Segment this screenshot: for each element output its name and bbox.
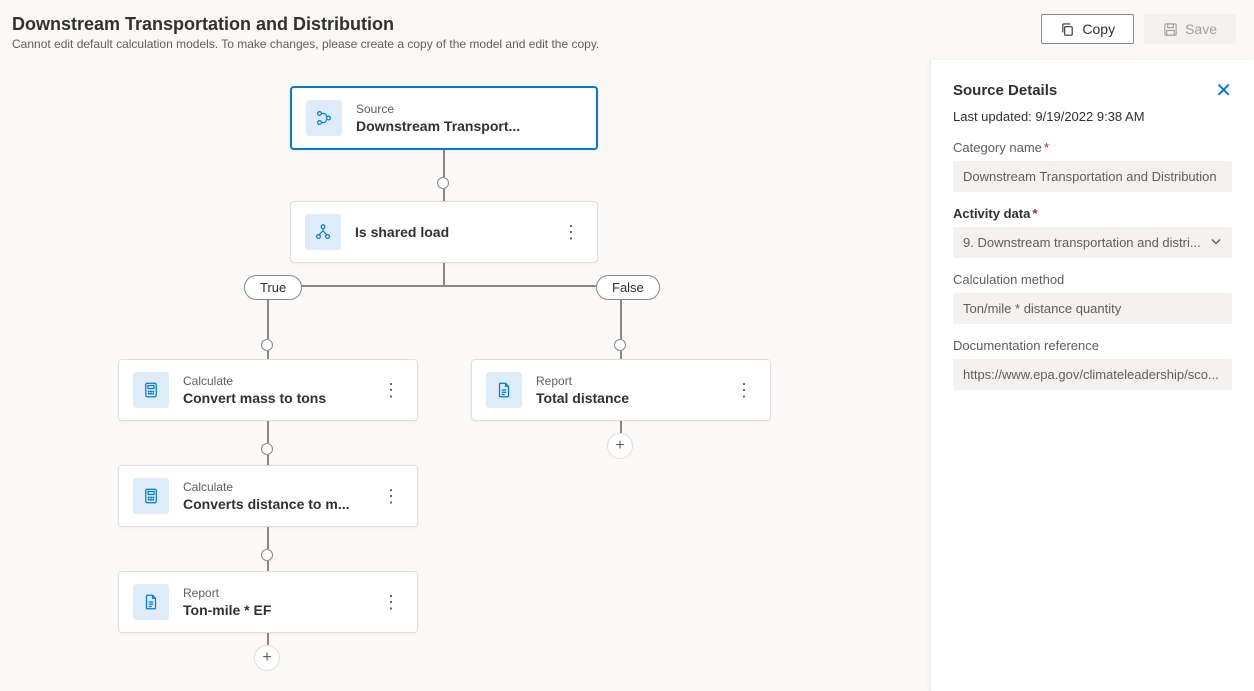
add-node-button[interactable]: +: [254, 645, 280, 671]
node-menu-button[interactable]: ⋮: [559, 222, 583, 243]
page-subtitle: Cannot edit default calculation models. …: [12, 37, 599, 51]
node-menu-button[interactable]: ⋮: [379, 380, 403, 401]
branch-badge-true: True: [244, 275, 302, 300]
connector-node[interactable]: [261, 443, 273, 455]
node-label: Report: [536, 374, 732, 388]
node-title: Convert mass to tons: [183, 390, 379, 406]
connector-node[interactable]: [437, 177, 449, 189]
connector-line: [443, 189, 445, 201]
node-title: Total distance: [536, 390, 732, 406]
panel-title: Source Details: [953, 82, 1057, 99]
connector-line: [443, 150, 445, 177]
branch-badge-false: False: [596, 275, 660, 300]
chevron-down-icon: [1210, 235, 1222, 250]
node-source[interactable]: Source Downstream Transport...: [290, 86, 598, 150]
node-calc-distance[interactable]: Calculate Converts distance to m... ⋮: [118, 465, 418, 527]
node-title: Downstream Transport...: [356, 118, 582, 134]
node-calc-mass[interactable]: Calculate Convert mass to tons ⋮: [118, 359, 418, 421]
connector-line: [620, 351, 622, 359]
node-report-tonmile[interactable]: Report Ton-mile * EF ⋮: [118, 571, 418, 633]
document-icon: [133, 584, 169, 620]
connector-line: [443, 260, 445, 285]
close-icon[interactable]: ✕: [1215, 78, 1232, 103]
node-menu-button[interactable]: ⋮: [379, 592, 403, 613]
copy-button[interactable]: Copy: [1041, 14, 1134, 44]
node-title: Is shared load: [355, 224, 559, 240]
branch-icon: [306, 100, 342, 136]
connector-node[interactable]: [261, 549, 273, 561]
document-icon: [486, 372, 522, 408]
connector-node[interactable]: [614, 339, 626, 351]
add-node-button[interactable]: +: [607, 433, 633, 459]
copy-label: Copy: [1082, 21, 1115, 37]
connector-line: [267, 561, 269, 571]
node-label: Calculate: [183, 374, 379, 388]
condition-icon: [305, 214, 341, 250]
activity-label: Activity data*: [953, 206, 1232, 221]
connector-line: [267, 285, 622, 287]
last-updated: Last updated: 9/19/2022 9:38 AM: [953, 109, 1232, 124]
flow-canvas[interactable]: True False Source Downstream Transport...…: [0, 60, 930, 691]
page-title: Downstream Transportation and Distributi…: [12, 14, 599, 35]
node-label: Source: [356, 102, 582, 116]
docref-field: https://www.epa.gov/climateleadership/sc…: [953, 359, 1232, 390]
node-title: Ton-mile * EF: [183, 602, 379, 618]
category-label: Category name*: [953, 140, 1232, 155]
connector-line: [267, 455, 269, 465]
calculator-icon: [133, 372, 169, 408]
node-label: Report: [183, 586, 379, 600]
copy-icon: [1060, 22, 1075, 37]
calcmethod-label: Calculation method: [953, 272, 1232, 287]
calculator-icon: [133, 478, 169, 514]
node-label: Calculate: [183, 480, 379, 494]
calcmethod-field: Ton/mile * distance quantity: [953, 293, 1232, 324]
activity-select[interactable]: 9. Downstream transportation and distri.…: [953, 227, 1232, 258]
save-icon: [1163, 22, 1178, 37]
node-report-total[interactable]: Report Total distance ⋮: [471, 359, 771, 421]
node-menu-button[interactable]: ⋮: [732, 380, 756, 401]
category-field: Downstream Transportation and Distributi…: [953, 161, 1232, 192]
activity-value: 9. Downstream transportation and distri.…: [963, 235, 1201, 250]
node-menu-button[interactable]: ⋮: [379, 486, 403, 507]
docref-label: Documentation reference: [953, 338, 1232, 353]
save-button: Save: [1144, 14, 1236, 44]
details-panel: Source Details ✕ Last updated: 9/19/2022…: [930, 60, 1254, 691]
node-condition[interactable]: Is shared load ⋮: [290, 201, 598, 263]
connector-node[interactable]: [261, 339, 273, 351]
node-title: Converts distance to m...: [183, 496, 379, 512]
save-label: Save: [1185, 21, 1217, 37]
connector-line: [267, 351, 269, 359]
